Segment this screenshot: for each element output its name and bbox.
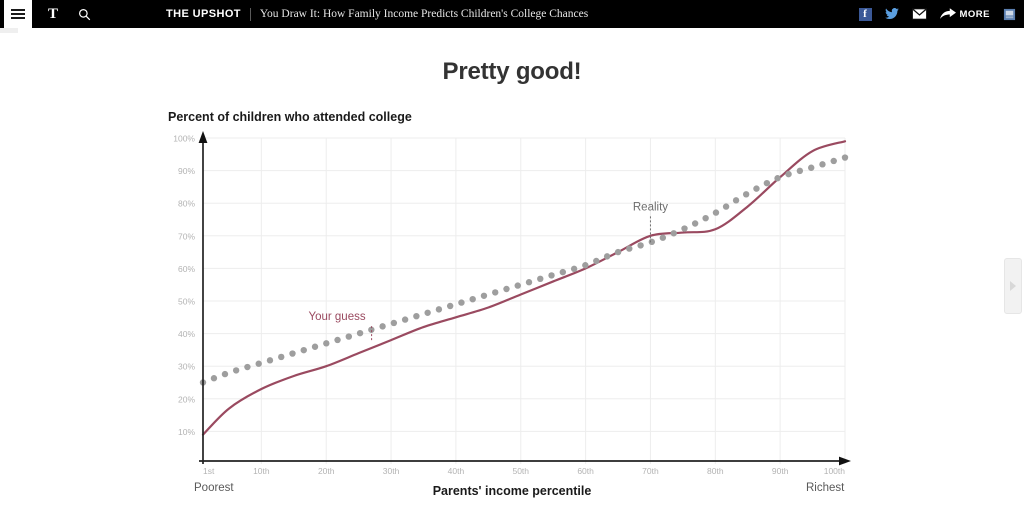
annotation-label: Reality (633, 201, 668, 213)
series-dot (670, 230, 677, 237)
series-dot (722, 203, 730, 210)
series-dot (469, 295, 476, 303)
series-dot (614, 248, 622, 256)
x-tick-label: 30th (383, 466, 400, 476)
series-dot (559, 268, 567, 276)
series-dot (311, 343, 319, 350)
series-dot (503, 285, 510, 293)
annotation-label: Your guess (308, 311, 365, 323)
series-dot (626, 245, 633, 252)
series-dot (712, 209, 720, 216)
x-axis-left-end-label: Poorest (194, 482, 234, 494)
series-dot (323, 340, 330, 347)
x-tick-label: 20th (318, 466, 335, 476)
series-dot (830, 157, 837, 165)
series-dot (548, 272, 555, 279)
series-dot (446, 302, 454, 310)
series-dot (659, 234, 667, 241)
y-tick-label: 50% (178, 297, 195, 307)
series-dot (774, 175, 781, 182)
series-dot (435, 306, 443, 313)
chart-annotations: Reality Your guess (308, 201, 668, 341)
series-dot (637, 242, 644, 249)
chart-gridlines (203, 137, 846, 464)
series-dot (681, 225, 688, 232)
series-dot (210, 375, 218, 382)
series-dot (345, 333, 353, 340)
chart-svg: 10% 20% 30% 40% 50% 60% 70% 80% 90% 100% 1st 10th 2… (173, 131, 851, 476)
y-tick-label: 80% (178, 199, 195, 209)
series-dot (413, 312, 420, 320)
y-tick-label: 20% (178, 394, 195, 404)
x-axis-title: Parents' income percentile (432, 484, 592, 498)
chart-series-layer (199, 140, 849, 436)
series-dot (841, 154, 849, 161)
y-tick-label: 100% (173, 134, 195, 144)
series-dot (221, 370, 229, 378)
page-root: T THE UPSHOT You Draw It: How Family Inc… (0, 0, 1024, 510)
series-dot (278, 353, 285, 361)
series-dot (796, 167, 804, 175)
series-dot (232, 367, 240, 374)
x-tick-label: 10th (253, 466, 270, 476)
y-tick-label: 60% (178, 264, 195, 274)
series-dot (648, 238, 656, 246)
x-tick-label: 80th (707, 466, 724, 476)
x-tick-label: 40th (448, 466, 465, 476)
y-tick-label: 10% (178, 427, 195, 437)
series-dot (255, 360, 262, 367)
x-axis-right-end-label: Richest (806, 482, 845, 494)
series-dot (785, 170, 792, 178)
y-tick-label: 30% (178, 362, 195, 372)
y-axis-tick-labels: 10% 20% 30% 40% 50% 60% 70% 80% 90% 100% (173, 134, 195, 437)
series-dot (763, 179, 771, 187)
y-tick-label: 90% (178, 166, 195, 176)
series-dot (514, 282, 521, 289)
series-dot (390, 319, 398, 327)
series-dot (424, 309, 431, 316)
series-dot (603, 253, 611, 260)
series-dot (401, 316, 409, 323)
series-dot (593, 257, 600, 265)
series-reality-dots (199, 154, 849, 386)
series-dot (480, 292, 488, 299)
x-tick-label: 1st (203, 466, 215, 476)
series-dot (289, 350, 296, 357)
series-dot (702, 214, 709, 222)
series-dot (492, 289, 499, 296)
y-tick-label: 40% (178, 329, 195, 339)
series-dot (732, 197, 740, 204)
chevron-right-icon (1010, 281, 1016, 291)
series-dot (753, 185, 760, 192)
series-your-guess-line (201, 140, 847, 436)
y-tick-label: 70% (178, 231, 195, 241)
series-dot (819, 161, 826, 168)
x-tick-label: 100th (824, 466, 846, 476)
x-tick-label: 90th (772, 466, 789, 476)
series-dot (742, 191, 750, 198)
series-dot (334, 336, 341, 344)
series-dot (458, 299, 465, 306)
series-dot (808, 164, 815, 171)
series-dot (356, 329, 364, 337)
series-dot (525, 279, 533, 286)
series-dot (244, 363, 251, 371)
series-dot (570, 265, 578, 273)
x-tick-label: 70th (642, 466, 659, 476)
series-dot (582, 262, 589, 269)
x-axis-tick-labels: 1st 10th 20th 30th 40th 50th 60th 70th 80th 90th 1… (203, 466, 845, 476)
y-axis-arrowhead (198, 131, 208, 143)
series-dot (537, 275, 544, 283)
series-dot (379, 323, 386, 330)
series-dot (266, 357, 274, 364)
x-tick-label: 60th (577, 466, 594, 476)
next-article-tab[interactable] (1004, 258, 1022, 314)
x-tick-label: 50th (512, 466, 529, 476)
series-dot (691, 220, 699, 227)
series-dot (300, 346, 307, 354)
chart-container: Percent of children who attended college… (0, 0, 1024, 510)
